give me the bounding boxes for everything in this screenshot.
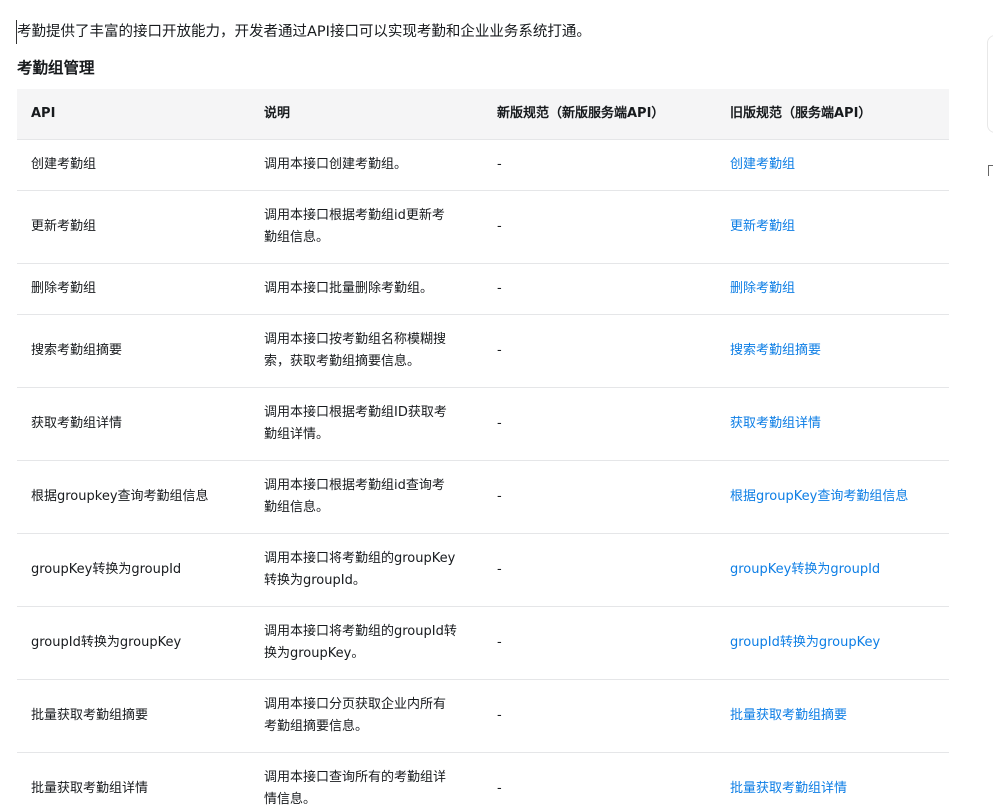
api-description: 调用本接口创建考勤组。 [250, 139, 483, 191]
table-row: 创建考勤组 调用本接口创建考勤组。 - 创建考勤组 [17, 139, 949, 191]
header-old-spec: 旧版规范（服务端API） [716, 89, 949, 140]
table-row: groupId转换为groupKey 调用本接口将考勤组的groupId转换为g… [17, 606, 949, 680]
new-spec-value: - [483, 190, 716, 264]
side-panel-glyph [988, 165, 993, 176]
old-spec-link[interactable]: groupId转换为groupKey [730, 635, 880, 650]
table-row: 搜索考勤组摘要 调用本接口按考勤组名称模糊搜索，获取考勤组摘要信息。 - 搜索考… [17, 314, 949, 388]
old-spec-link[interactable]: 根据groupKey查询考勤组信息 [730, 489, 908, 504]
api-name: 删除考勤组 [17, 263, 250, 315]
api-description: 调用本接口批量删除考勤组。 [250, 263, 483, 315]
table-row: groupKey转换为groupId 调用本接口将考勤组的groupKey转换为… [17, 533, 949, 607]
table-row: 批量获取考勤组详情 调用本接口查询所有的考勤组详情信息。 - 批量获取考勤组详情 [17, 752, 949, 810]
api-name: groupId转换为groupKey [17, 606, 250, 680]
api-name: 批量获取考勤组详情 [17, 752, 250, 810]
new-spec-value: - [483, 533, 716, 607]
header-description: 说明 [250, 89, 483, 140]
api-name: 获取考勤组详情 [17, 387, 250, 461]
intro-paragraph: 考勤提供了丰富的接口开放能力，开发者通过API接口可以实现考勤和企业业务系统打通… [16, 20, 591, 44]
api-name: 更新考勤组 [17, 190, 250, 264]
old-spec-link[interactable]: 创建考勤组 [730, 157, 795, 172]
api-description: 调用本接口按考勤组名称模糊搜索，获取考勤组摘要信息。 [250, 314, 483, 388]
table-row: 删除考勤组 调用本接口批量删除考勤组。 - 删除考勤组 [17, 263, 949, 315]
new-spec-value: - [483, 139, 716, 191]
old-spec-link[interactable]: groupKey转换为groupId [730, 562, 880, 577]
table-header-row: API 说明 新版规范（新版服务端API） 旧版规范（服务端API） [17, 89, 949, 140]
api-name: 搜索考勤组摘要 [17, 314, 250, 388]
header-api: API [17, 89, 250, 140]
table-row: 获取考勤组详情 调用本接口根据考勤组ID获取考勤组详情。 - 获取考勤组详情 [17, 387, 949, 461]
api-description: 调用本接口根据考勤组id查询考勤组信息。 [250, 460, 483, 534]
api-description: 调用本接口分页获取企业内所有考勤组摘要信息。 [250, 679, 483, 753]
new-spec-value: - [483, 752, 716, 810]
new-spec-value: - [483, 606, 716, 680]
new-spec-value: - [483, 460, 716, 534]
api-name: 批量获取考勤组摘要 [17, 679, 250, 753]
table-row: 根据groupkey查询考勤组信息 调用本接口根据考勤组id查询考勤组信息。 -… [17, 460, 949, 534]
api-name: groupKey转换为groupId [17, 533, 250, 607]
header-new-spec: 新版规范（新版服务端API） [483, 89, 716, 140]
api-name: 创建考勤组 [17, 139, 250, 191]
api-table: API 说明 新版规范（新版服务端API） 旧版规范（服务端API） 创建考勤组… [17, 89, 949, 810]
old-spec-link[interactable]: 更新考勤组 [730, 219, 795, 234]
old-spec-link[interactable]: 批量获取考勤组详情 [730, 781, 847, 796]
table-row: 更新考勤组 调用本接口根据考勤组id更新考勤组信息。 - 更新考勤组 [17, 190, 949, 264]
api-description: 调用本接口根据考勤组ID获取考勤组详情。 [250, 387, 483, 461]
new-spec-value: - [483, 314, 716, 388]
new-spec-value: - [483, 263, 716, 315]
api-name: 根据groupkey查询考勤组信息 [17, 460, 250, 534]
section-title: 考勤组管理 [17, 59, 95, 77]
old-spec-link[interactable]: 搜索考勤组摘要 [730, 343, 821, 358]
new-spec-value: - [483, 387, 716, 461]
side-panel-edge [987, 35, 993, 133]
old-spec-link[interactable]: 批量获取考勤组摘要 [730, 708, 847, 723]
old-spec-link[interactable]: 删除考勤组 [730, 281, 795, 296]
new-spec-value: - [483, 679, 716, 753]
api-description: 调用本接口将考勤组的groupKey转换为groupId。 [250, 533, 483, 607]
api-description: 调用本接口查询所有的考勤组详情信息。 [250, 752, 483, 810]
api-description: 调用本接口根据考勤组id更新考勤组信息。 [250, 190, 483, 264]
api-description: 调用本接口将考勤组的groupId转换为groupKey。 [250, 606, 483, 680]
doc-page: 考勤提供了丰富的接口开放能力，开发者通过API接口可以实现考勤和企业业务系统打通… [0, 0, 993, 810]
old-spec-link[interactable]: 获取考勤组详情 [730, 416, 821, 431]
table-row: 批量获取考勤组摘要 调用本接口分页获取企业内所有考勤组摘要信息。 - 批量获取考… [17, 679, 949, 753]
